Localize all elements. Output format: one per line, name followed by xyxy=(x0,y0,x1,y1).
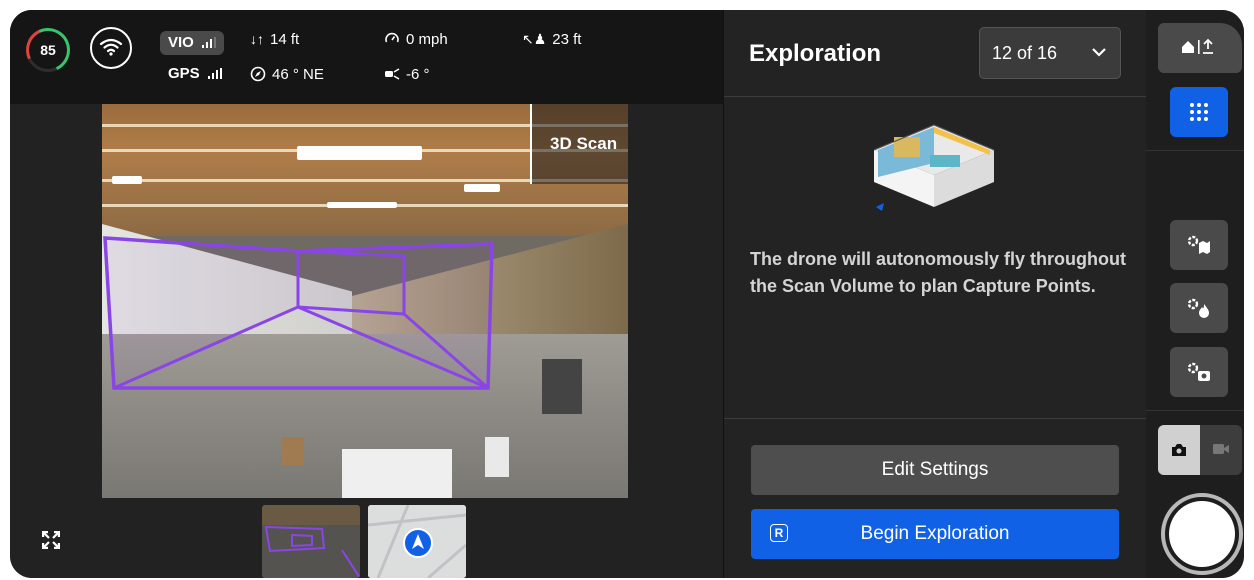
vio-status: VIO xyxy=(168,34,217,51)
heading-readout: 46 ° NE xyxy=(250,66,324,83)
gimbal-pitch-icon xyxy=(385,68,400,80)
battery-indicator: 85 xyxy=(19,21,77,79)
camera-settings-button[interactable] xyxy=(1170,347,1228,397)
panel-description: The drone will autonomously fly througho… xyxy=(750,249,1126,296)
heading-value: 46 ° NE xyxy=(272,66,324,83)
edit-settings-button[interactable]: Edit Settings xyxy=(751,445,1119,495)
shutter-icon xyxy=(1169,501,1235,567)
begin-exploration-button[interactable]: R Begin Exploration xyxy=(751,509,1119,559)
pitch-readout: -6 ° xyxy=(384,66,430,83)
panel-title: Exploration xyxy=(749,40,882,67)
toolbar-divider xyxy=(1146,410,1244,411)
toolbar-divider xyxy=(1146,150,1244,151)
battery-value: 85 xyxy=(40,42,56,58)
begin-exploration-label: Begin Exploration xyxy=(860,523,1010,544)
distance-readout: ↖♟ 23 ft xyxy=(522,31,581,48)
grid-icon xyxy=(1190,103,1208,121)
shutter-button[interactable] xyxy=(1161,493,1243,575)
app-frame: 85 VIO GPS ↓↑ 14 ft 46 ° NE 0 mph -6 ° ↖… xyxy=(10,10,1244,578)
photo-mode-button[interactable] xyxy=(1158,425,1200,475)
video-mode-button[interactable] xyxy=(1200,425,1242,475)
telemetry-bar: 85 VIO GPS ↓↑ 14 ft 46 ° NE 0 mph -6 ° ↖… xyxy=(10,10,723,104)
grid-view-button[interactable] xyxy=(1170,87,1228,137)
map-settings-button[interactable] xyxy=(1170,220,1228,270)
settings-fire-icon xyxy=(1187,298,1209,318)
photo-mode-icon xyxy=(1172,444,1186,456)
camera-feed[interactable]: 3D Scan xyxy=(102,104,628,498)
scan-thumbnail[interactable] xyxy=(262,505,360,578)
speed-value: 0 mph xyxy=(406,31,448,48)
panel-divider xyxy=(724,418,1147,419)
compass-icon xyxy=(250,66,266,82)
fullscreen-icon[interactable] xyxy=(41,530,61,554)
capture-mode-toggle[interactable] xyxy=(1158,425,1242,475)
vio-label: VIO xyxy=(168,34,194,51)
gps-label: GPS xyxy=(168,65,200,82)
distance-value: 23 ft xyxy=(552,31,582,48)
camera-pane: 85 VIO GPS ↓↑ 14 ft 46 ° NE 0 mph -6 ° ↖… xyxy=(10,10,723,578)
speedometer-icon xyxy=(385,32,399,43)
altitude-value: 14 ft xyxy=(270,31,300,48)
gps-signal-icon xyxy=(207,68,222,79)
home-return-icon xyxy=(1182,38,1213,54)
step-selector[interactable]: 12 of 16 xyxy=(979,27,1121,79)
altitude-readout: ↓↑ 14 ft xyxy=(250,31,299,48)
pitch-value: -6 ° xyxy=(406,66,430,83)
return-home-button[interactable] xyxy=(1158,23,1242,73)
distance-icon: ↖♟ xyxy=(522,31,547,47)
video-mode-icon xyxy=(1213,444,1229,454)
chevron-down-icon xyxy=(1092,48,1106,57)
panel-divider xyxy=(724,96,1147,97)
edit-settings-label: Edit Settings xyxy=(881,459,989,480)
map-thumbnail[interactable] xyxy=(368,505,466,578)
scan-label-text: 3D Scan xyxy=(550,134,618,153)
wifi-signal-icon xyxy=(90,27,132,69)
scan-volume-illustration xyxy=(873,124,995,211)
altitude-icon: ↓↑ xyxy=(250,31,264,47)
settings-map-icon xyxy=(1187,235,1210,254)
vio-signal-icon xyxy=(202,37,217,48)
flight-settings-button[interactable] xyxy=(1170,283,1228,333)
scan-label: 3D Scan xyxy=(530,104,628,184)
exploration-panel: Exploration 12 of 16 The drone will auto… xyxy=(723,10,1147,578)
step-selector-value: 12 of 16 xyxy=(992,43,1058,63)
speed-readout: 0 mph xyxy=(384,31,448,48)
right-toolbar xyxy=(1146,10,1244,578)
gps-status: GPS xyxy=(168,65,222,82)
settings-camera-icon xyxy=(1187,362,1210,381)
